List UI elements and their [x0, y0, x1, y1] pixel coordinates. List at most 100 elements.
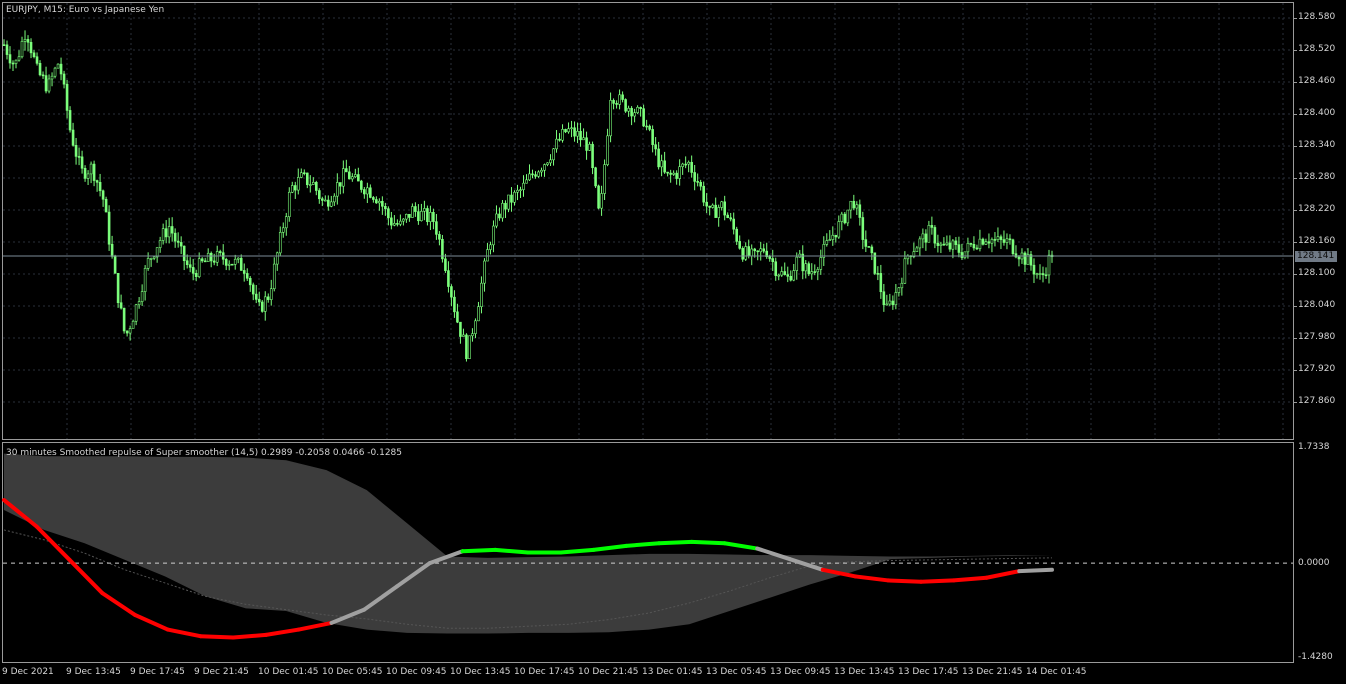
candle-body — [624, 99, 627, 112]
price-tick-mark — [1294, 242, 1297, 243]
candle-body — [414, 206, 417, 212]
candle-body — [951, 240, 955, 250]
candle-body — [666, 171, 669, 174]
candle-body — [209, 252, 213, 262]
candle — [468, 335, 471, 360]
candle — [636, 105, 639, 115]
candle-body — [858, 204, 862, 218]
candle — [531, 169, 534, 179]
candle — [543, 163, 546, 177]
candle-body — [960, 252, 964, 258]
candle — [786, 266, 790, 283]
candle — [723, 195, 726, 221]
candle-body — [504, 202, 507, 210]
candle — [699, 179, 702, 191]
candle-body — [254, 293, 258, 300]
candle-body — [582, 137, 585, 141]
candle — [867, 246, 871, 248]
candle — [324, 195, 327, 202]
candle — [1029, 250, 1033, 271]
candle — [693, 164, 696, 191]
candle — [89, 161, 93, 184]
candle-body — [1011, 239, 1015, 255]
candle-body — [266, 296, 270, 300]
candle-body — [333, 195, 336, 203]
candle-body — [471, 333, 474, 337]
candle — [122, 307, 126, 334]
candle — [281, 222, 285, 238]
candle — [564, 128, 567, 134]
candle-body — [870, 246, 874, 254]
candle — [741, 246, 745, 262]
candle-body — [786, 274, 790, 277]
candle — [849, 200, 853, 219]
candle — [930, 216, 934, 235]
candle-body — [978, 238, 982, 249]
candle — [86, 170, 90, 186]
price-tick-label: 127.920 — [1298, 364, 1336, 374]
candle-body — [311, 181, 315, 185]
candle-body — [585, 137, 588, 151]
candle — [498, 207, 501, 221]
candle — [95, 179, 99, 192]
candle-body — [1041, 273, 1045, 276]
candle — [735, 226, 738, 245]
candle-body — [828, 239, 832, 241]
candle — [885, 294, 889, 306]
candle-body — [459, 321, 462, 337]
candle-body — [510, 194, 513, 203]
candle — [140, 284, 144, 306]
price-tick-label: 128.400 — [1298, 108, 1336, 118]
candle-body — [690, 161, 693, 173]
candle-body — [56, 63, 60, 69]
candle — [92, 160, 96, 187]
candle — [101, 189, 105, 207]
candle-body — [65, 83, 69, 111]
candle-body — [750, 248, 754, 257]
candle-body — [110, 243, 114, 257]
candle-body — [296, 177, 300, 191]
candle-body — [576, 130, 579, 137]
candle-body — [8, 54, 12, 64]
candle — [1005, 233, 1009, 250]
repulse-line-segment — [1017, 567, 1054, 574]
time-tick-label: 10 Dec 17:45 — [514, 667, 575, 677]
price-tick-mark — [1294, 178, 1297, 179]
candle — [185, 254, 189, 269]
candle — [200, 257, 204, 263]
candle — [675, 170, 678, 185]
time-tick-label: 10 Dec 21:45 — [578, 667, 639, 677]
candle-body — [1002, 239, 1006, 243]
candle — [606, 128, 609, 167]
price-tick-label: 128.160 — [1298, 236, 1336, 246]
candle — [14, 59, 18, 69]
candle — [696, 173, 699, 187]
repulse-line-segment — [493, 547, 530, 555]
candle — [1038, 264, 1042, 280]
candle-body — [23, 39, 27, 42]
candle — [11, 60, 15, 72]
candle-body — [744, 246, 748, 260]
candle-body — [804, 263, 808, 272]
candle-body — [852, 200, 856, 209]
candle-body — [969, 243, 973, 245]
candle-body — [528, 173, 531, 181]
candle — [732, 212, 735, 235]
candle-body — [615, 103, 618, 105]
candle-body — [648, 125, 651, 130]
candle — [798, 249, 802, 258]
candle — [405, 213, 408, 223]
candle — [77, 147, 81, 166]
candle-body — [777, 274, 781, 277]
candle — [840, 211, 844, 231]
candle — [756, 250, 760, 261]
time-tick-label: 9 Dec 13:45 — [66, 667, 121, 677]
candle — [489, 241, 492, 255]
candle-body — [321, 198, 324, 201]
candle-body — [711, 204, 714, 208]
candle-body — [191, 267, 195, 274]
candle-body — [128, 328, 132, 334]
candle-body — [381, 200, 384, 207]
candle-body — [996, 236, 1000, 240]
candle-body — [465, 334, 468, 360]
